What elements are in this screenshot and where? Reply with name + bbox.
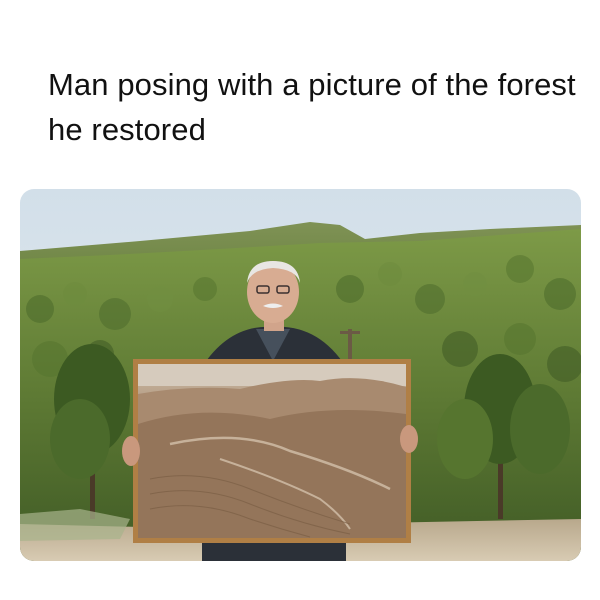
trousers <box>210 543 340 561</box>
right-hand <box>400 425 418 453</box>
framed-photograph <box>133 359 411 543</box>
photo-illustration <box>20 189 581 561</box>
post-photo[interactable] <box>20 189 581 561</box>
post-caption: Man posing with a picture of the forest … <box>48 67 576 147</box>
meme-post: Man posing with a picture of the forest … <box>0 0 600 600</box>
left-hand <box>122 436 140 466</box>
